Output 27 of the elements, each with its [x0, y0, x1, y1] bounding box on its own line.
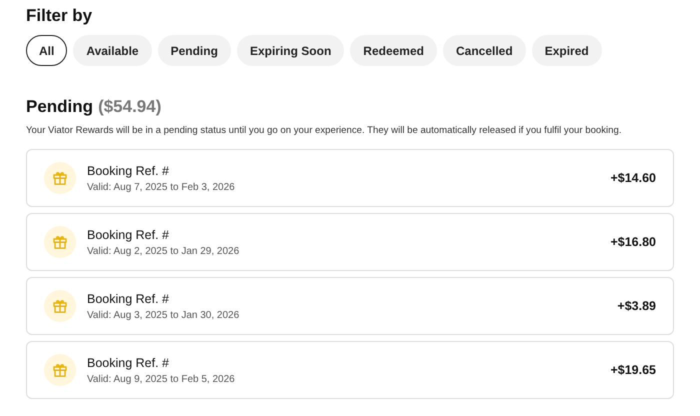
booking-ref: Booking Ref. #: [87, 228, 170, 242]
gift-icon: [44, 162, 76, 194]
filter-chip[interactable]: Redeemed: [350, 35, 437, 66]
validity-dates: Valid: Aug 2, 2025 to Jan 29, 2026: [87, 246, 240, 256]
gift-icon: [44, 290, 76, 322]
reward-amount: +$14.60: [610, 171, 656, 185]
gift-icon: [44, 354, 76, 386]
filter-chip[interactable]: All: [26, 35, 68, 66]
filter-chip[interactable]: Pending: [158, 35, 231, 66]
filter-chip[interactable]: Expired: [532, 35, 602, 66]
section-description: Your Viator Rewards will be in a pending status until you go on your experience. They will be automatically released if you fulfil your booking.: [26, 125, 623, 136]
filter-chip[interactable]: Available: [73, 35, 152, 66]
reward-amount: +$19.65: [610, 363, 656, 377]
filter-chip[interactable]: Expiring Soon: [236, 35, 344, 66]
validity-dates: Valid: Aug 9, 2025 to Feb 5, 2026: [87, 374, 236, 384]
section-title: Pending: [26, 97, 94, 117]
section-total: ($54.94): [98, 97, 162, 117]
booking-ref: Booking Ref. #: [87, 292, 170, 306]
filter-chip[interactable]: Cancelled: [442, 35, 526, 66]
gift-icon: [44, 226, 76, 258]
booking-ref: Booking Ref. #: [87, 164, 170, 178]
validity-dates: Valid: Aug 7, 2025 to Feb 3, 2026: [87, 182, 236, 192]
booking-ref: Booking Ref. #: [87, 356, 170, 370]
reward-amount: +$16.80: [610, 235, 656, 249]
reward-amount: +$3.89: [617, 299, 656, 313]
validity-dates: Valid: Aug 3, 2025 to Jan 30, 2026: [87, 310, 240, 320]
filter-title: Filter by: [26, 6, 92, 26]
